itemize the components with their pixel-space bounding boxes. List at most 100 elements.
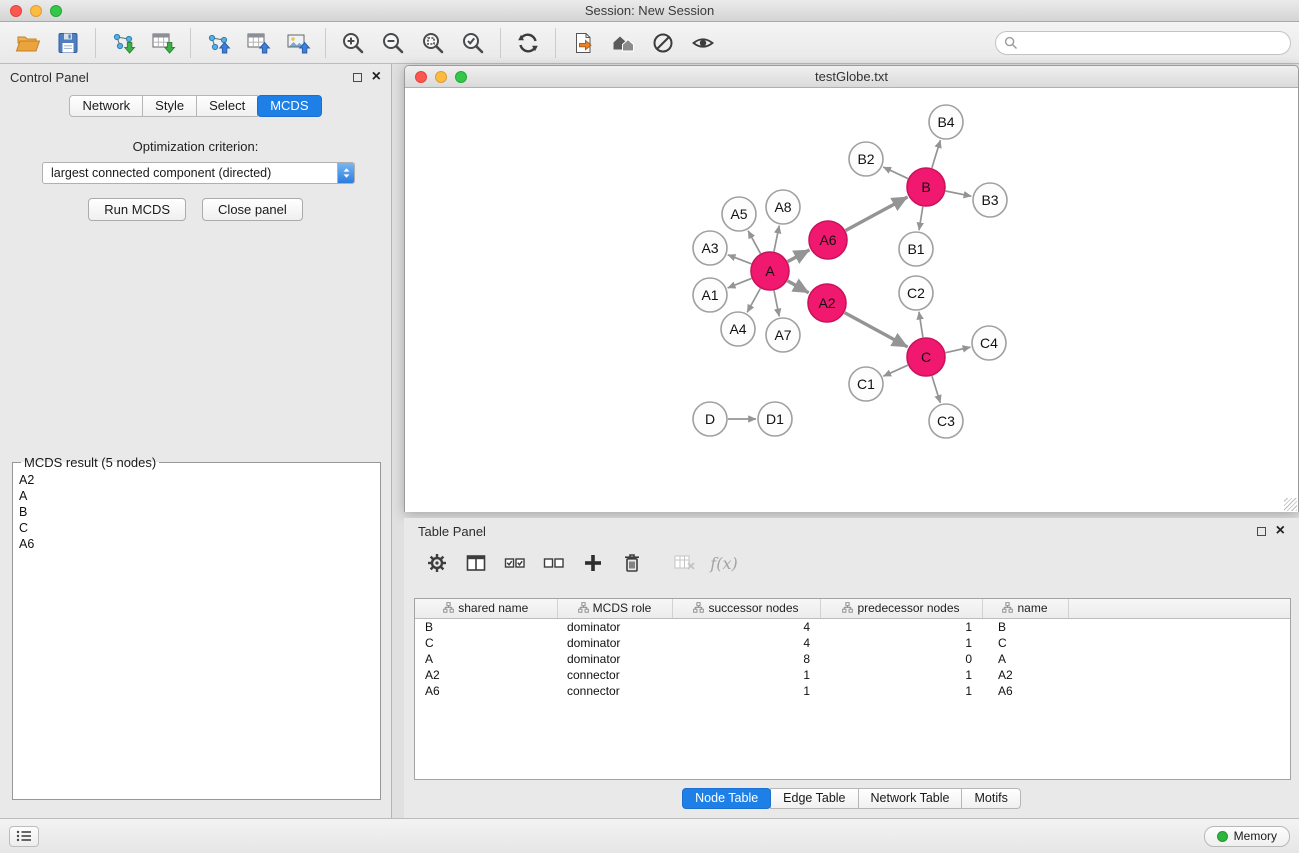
network-edge-B-B3[interactable] xyxy=(946,191,972,196)
mcds-result-item[interactable]: C xyxy=(19,520,374,536)
network-node-C4[interactable]: C4 xyxy=(972,326,1006,360)
network-edge-A6-B[interactable] xyxy=(846,197,908,230)
minimize-window-button[interactable] xyxy=(30,5,42,17)
column-header-MCDS-role[interactable]: MCDS role xyxy=(557,599,672,618)
export-image-button[interactable] xyxy=(280,26,316,60)
network-node-B1[interactable]: B1 xyxy=(899,232,933,266)
function-builder-button[interactable]: f(x) xyxy=(709,549,739,577)
tab-mcds[interactable]: MCDS xyxy=(257,95,321,117)
network-node-B[interactable]: B xyxy=(907,168,945,206)
table-row[interactable]: Cdominator41C xyxy=(415,635,1290,651)
show-graphics-details-button[interactable] xyxy=(685,26,721,60)
network-node-C3[interactable]: C3 xyxy=(929,404,963,438)
tab-select[interactable]: Select xyxy=(196,95,258,117)
network-node-A7[interactable]: A7 xyxy=(766,318,800,352)
network-node-B4[interactable]: B4 xyxy=(929,105,963,139)
select-all-button[interactable] xyxy=(500,549,530,577)
network-node-C1[interactable]: C1 xyxy=(849,367,883,401)
network-edge-C-C2[interactable] xyxy=(919,312,923,337)
network-node-A3[interactable]: A3 xyxy=(693,231,727,265)
network-edge-A2-C[interactable] xyxy=(845,313,908,347)
column-header-predecessor-nodes[interactable]: predecessor nodes xyxy=(820,599,982,618)
mcds-result-item[interactable]: A6 xyxy=(19,536,374,552)
search-field[interactable] xyxy=(995,31,1291,55)
import-network-button[interactable] xyxy=(105,26,141,60)
panel-splitter[interactable] xyxy=(392,64,404,818)
node-table-container[interactable]: shared nameMCDS rolesuccessor nodesprede… xyxy=(414,598,1291,780)
column-visibility-button[interactable] xyxy=(461,549,491,577)
open-file-button[interactable] xyxy=(10,26,46,60)
network-node-D1[interactable]: D1 xyxy=(758,402,792,436)
network-edge-B-B4[interactable] xyxy=(932,140,941,168)
network-edge-A-A5[interactable] xyxy=(748,231,760,254)
network-node-A[interactable]: A xyxy=(751,252,789,290)
network-node-A1[interactable]: A1 xyxy=(693,278,727,312)
tab-style[interactable]: Style xyxy=(142,95,197,117)
network-canvas[interactable]: B4B2BB3A5A8A6A3B1AA1A2C2A4A7C4CC1C3DD1 xyxy=(405,88,1298,512)
memory-button[interactable]: Memory xyxy=(1204,826,1290,847)
export-table-button[interactable] xyxy=(240,26,276,60)
tab-network[interactable]: Network xyxy=(69,95,143,117)
zoom-fit-button[interactable] xyxy=(415,26,451,60)
network-edge-C-C4[interactable] xyxy=(946,347,971,353)
network-edge-C-C1[interactable] xyxy=(883,365,907,376)
network-window-titlebar[interactable]: testGlobe.txt xyxy=(405,66,1298,88)
network-node-C[interactable]: C xyxy=(907,338,945,376)
network-node-A5[interactable]: A5 xyxy=(722,197,756,231)
export-network-button[interactable] xyxy=(200,26,236,60)
create-column-button[interactable] xyxy=(578,549,608,577)
network-edge-A-A8[interactable] xyxy=(774,226,779,252)
run-mcds-button[interactable]: Run MCDS xyxy=(88,198,186,221)
tab-network-table[interactable]: Network Table xyxy=(858,788,963,809)
zoom-out-button[interactable] xyxy=(375,26,411,60)
network-edge-A-A4[interactable] xyxy=(747,289,760,313)
zoom-window-button[interactable] xyxy=(50,5,62,17)
network-edge-A-A2[interactable] xyxy=(787,281,808,293)
table-row[interactable]: A2connector11A2 xyxy=(415,667,1290,683)
command-panel-button[interactable] xyxy=(9,826,39,847)
network-edge-A-A3[interactable] xyxy=(728,255,752,264)
network-view-window[interactable]: testGlobe.txt B4B2BB3A5A8A6A3B1AA1A2C2A4… xyxy=(404,65,1299,512)
save-session-button[interactable] xyxy=(50,26,86,60)
network-node-A8[interactable]: A8 xyxy=(766,190,800,224)
network-graph-svg[interactable]: B4B2BB3A5A8A6A3B1AA1A2C2A4A7C4CC1C3DD1 xyxy=(405,88,1298,512)
network-edge-B-B1[interactable] xyxy=(919,207,923,230)
export-document-button[interactable] xyxy=(565,26,601,60)
mcds-result-item[interactable]: A2 xyxy=(19,472,374,488)
apply-layout-button[interactable] xyxy=(510,26,546,60)
float-table-panel-icon[interactable] xyxy=(1257,527,1266,536)
column-header-shared-name[interactable]: shared name xyxy=(415,599,557,618)
table-row[interactable]: Bdominator41B xyxy=(415,618,1290,635)
network-edge-C-C3[interactable] xyxy=(932,376,940,403)
network-node-C2[interactable]: C2 xyxy=(899,276,933,310)
zoom-network-window-button[interactable] xyxy=(455,71,467,83)
close-panel-button[interactable]: Close panel xyxy=(202,198,303,221)
optimization-criterion-select[interactable]: largest connected component (directed) xyxy=(42,162,355,184)
minimize-network-window-button[interactable] xyxy=(435,71,447,83)
network-edge-A-A6[interactable] xyxy=(788,250,810,262)
deselect-all-button[interactable] xyxy=(539,549,569,577)
search-input[interactable] xyxy=(1023,35,1282,50)
network-node-A6[interactable]: A6 xyxy=(809,221,847,259)
table-mode-button[interactable] xyxy=(422,549,452,577)
network-node-A4[interactable]: A4 xyxy=(721,312,755,346)
mcds-result-item[interactable]: B xyxy=(19,504,374,520)
close-panel-icon[interactable]: × xyxy=(372,71,381,83)
tab-edge-table[interactable]: Edge Table xyxy=(770,788,858,809)
network-node-B3[interactable]: B3 xyxy=(973,183,1007,217)
network-edge-A-A1[interactable] xyxy=(728,278,752,288)
network-node-D[interactable]: D xyxy=(693,402,727,436)
tab-node-table[interactable]: Node Table xyxy=(682,788,771,809)
close-network-window-button[interactable] xyxy=(415,71,427,83)
float-panel-icon[interactable] xyxy=(353,73,362,82)
network-edge-B-B2[interactable] xyxy=(883,167,908,179)
column-header-name[interactable]: name xyxy=(982,599,1068,618)
network-overview-button[interactable] xyxy=(605,26,641,60)
table-row[interactable]: Adominator80A xyxy=(415,651,1290,667)
column-header-successor-nodes[interactable]: successor nodes xyxy=(672,599,820,618)
hide-graphics-details-button[interactable] xyxy=(645,26,681,60)
zoom-selected-button[interactable] xyxy=(455,26,491,60)
delete-column-button[interactable] xyxy=(617,549,647,577)
zoom-in-button[interactable] xyxy=(335,26,371,60)
delete-table-button[interactable] xyxy=(670,549,700,577)
